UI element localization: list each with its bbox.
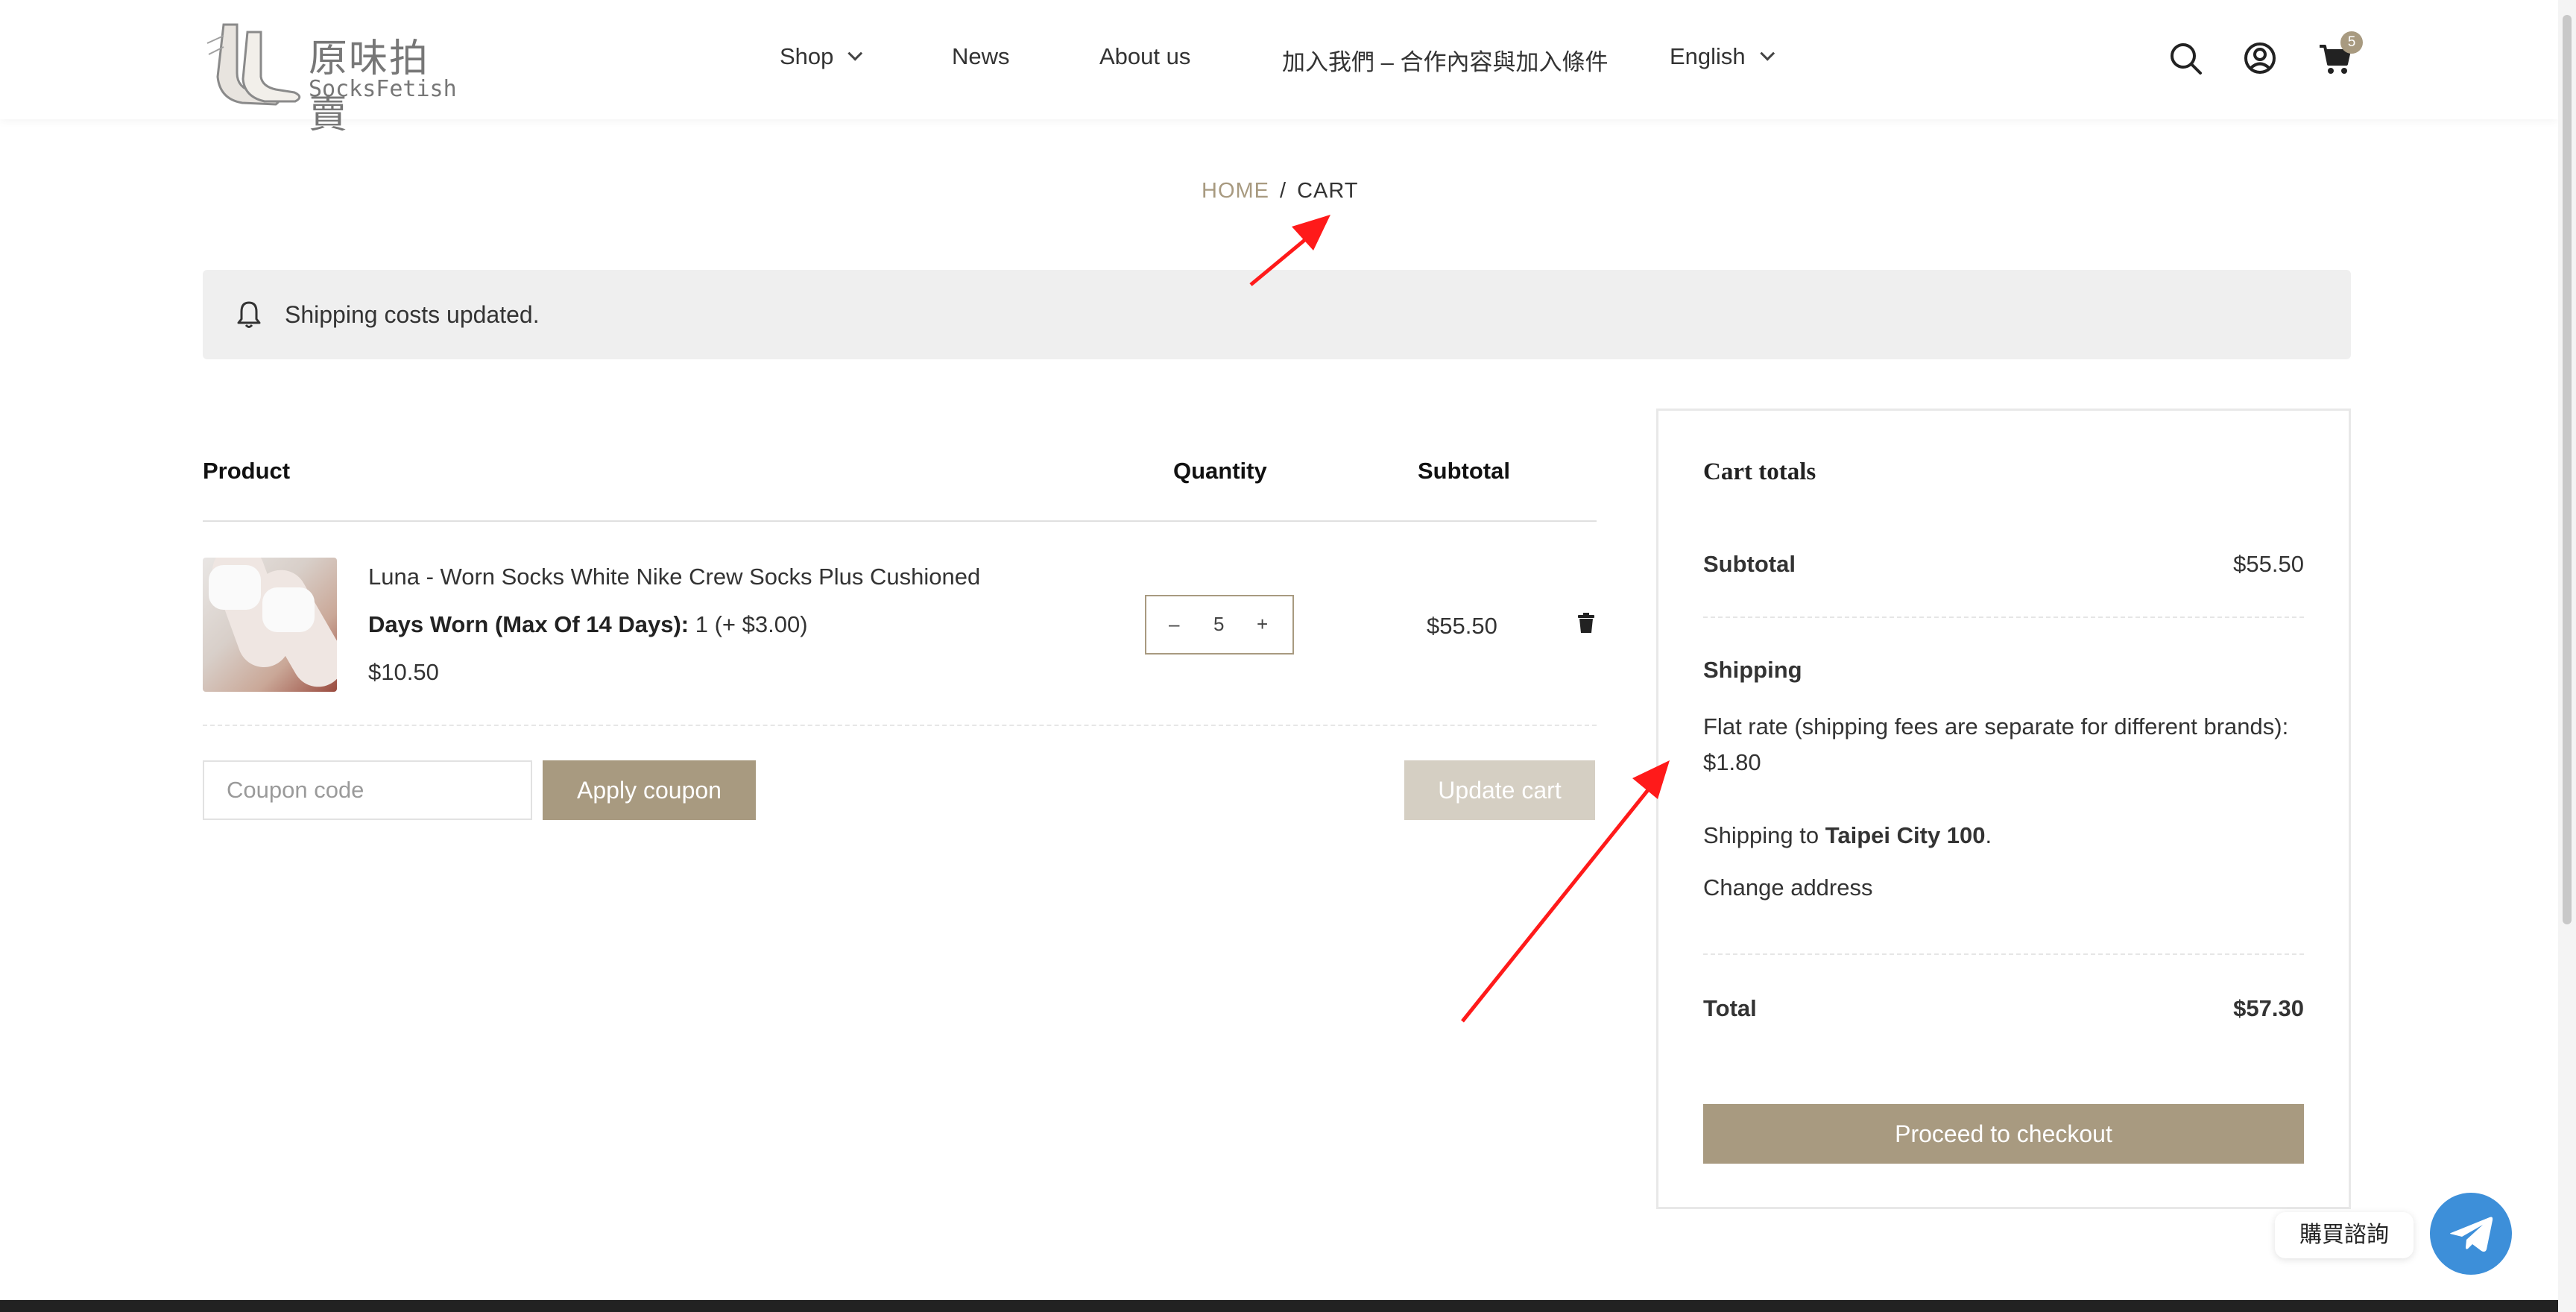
column-header-quantity: Quantity [1173, 458, 1267, 484]
product-name-link[interactable]: Luna - Worn Socks White Nike Crew Socks … [368, 564, 980, 590]
coupon-code-input[interactable] [203, 760, 532, 820]
shipping-method: Flat rate (shipping fees are separate fo… [1703, 709, 2304, 780]
shipping-to-prefix: Shipping to [1703, 822, 1825, 848]
site-header: 原味拍賣 SocksFetish Shop News About us 加入我們… [0, 0, 2558, 137]
notice-text: Shipping costs updated. [285, 301, 540, 328]
totals-divider [1703, 616, 2304, 618]
nav-join[interactable]: 加入我們 – 合作內容與加入條件 [1282, 43, 1608, 77]
shipping-cost: $1.80 [1703, 749, 1761, 775]
breadcrumb-current: CART [1297, 179, 1359, 203]
variation-label: Days Worn (Max Of 14 Days): [368, 611, 689, 637]
nav-shop[interactable]: Shop [780, 43, 863, 70]
thumbnail-sock-right [262, 587, 315, 632]
row-divider [203, 725, 1597, 726]
shipping-to-place: Taipei City 100 [1825, 822, 1986, 848]
total-label: Total [1703, 995, 1757, 1021]
quantity-stepper: – 5 + [1145, 595, 1294, 655]
scrollbar-thumb[interactable] [2563, 15, 2572, 924]
quantity-decrease-button[interactable]: – [1169, 613, 1179, 636]
product-thumbnail[interactable] [203, 558, 337, 692]
shipping-notice: Shipping costs updated. [203, 270, 2351, 359]
apply-coupon-button[interactable]: Apply coupon [543, 760, 756, 820]
chevron-down-icon [847, 45, 863, 61]
cart-count-badge: 5 [2340, 31, 2363, 54]
nav-shop-label: Shop [780, 43, 834, 69]
shipping-to-suffix: . [1985, 822, 1992, 848]
search-icon[interactable] [2168, 40, 2203, 76]
cart-totals-panel: Cart totals Subtotal $55.50 Shipping Fla… [1656, 409, 2351, 1209]
update-cart-button[interactable]: Update cart [1404, 760, 1595, 820]
account-icon[interactable] [2242, 40, 2278, 76]
nav-join-label: 加入我們 – 合作內容與加入條件 [1282, 49, 1609, 75]
chevron-down-icon [1760, 45, 1775, 61]
column-header-product: Product [203, 458, 291, 484]
product-unit-price: $10.50 [368, 659, 439, 685]
breadcrumb-separator: / [1280, 179, 1287, 203]
table-header-divider [203, 520, 1597, 522]
totals-divider [1703, 953, 2304, 955]
trash-icon[interactable] [1577, 613, 1595, 634]
nav-about[interactable]: About us [1099, 43, 1190, 70]
change-address-link[interactable]: Change address [1703, 870, 1873, 906]
breadcrumb: HOME / CART [1202, 179, 1358, 204]
chat-label[interactable]: 購買諮詢 [2275, 1212, 2414, 1258]
column-header-subtotal: Subtotal [1418, 458, 1510, 484]
nav-news[interactable]: News [952, 43, 1010, 70]
telegram-icon [2450, 1217, 2493, 1252]
chat-button[interactable] [2430, 1193, 2512, 1275]
thumbnail-sock-left [209, 565, 261, 610]
proceed-to-checkout-button[interactable]: Proceed to checkout [1703, 1104, 2304, 1164]
shipping-destination: Shipping to Taipei City 100. [1703, 818, 1992, 854]
quantity-value-input[interactable]: 5 [1213, 613, 1224, 636]
variation-value: 1 (+ $3.00) [689, 611, 808, 637]
bell-icon [237, 301, 261, 328]
quantity-increase-button[interactable]: + [1257, 613, 1268, 636]
scrollbar[interactable] [2558, 0, 2576, 1312]
nav-language-label: English [1670, 43, 1746, 69]
socks-logo-icon [206, 23, 301, 106]
total-value: $57.30 [2233, 995, 2304, 1021]
footer-bar [0, 1300, 2558, 1312]
logo-subtitle: SocksFetish [309, 76, 457, 102]
breadcrumb-home-link[interactable]: HOME [1202, 179, 1269, 203]
totals-subtotal-value: $55.50 [2233, 551, 2304, 577]
totals-subtotal-label: Subtotal [1703, 551, 1796, 577]
line-subtotal: $55.50 [1427, 613, 1497, 639]
nav-about-label: About us [1099, 43, 1191, 69]
site-logo[interactable]: 原味拍賣 SocksFetish [201, 13, 457, 137]
nav-news-label: News [952, 43, 1010, 69]
product-variation: Days Worn (Max Of 14 Days): 1 (+ $3.00) [368, 611, 808, 638]
shipping-method-text: Flat rate (shipping fees are separate fo… [1703, 713, 2289, 739]
nav-language[interactable]: English [1670, 43, 1775, 70]
shipping-label: Shipping [1703, 657, 1802, 683]
cart-totals-title: Cart totals [1703, 458, 1816, 485]
